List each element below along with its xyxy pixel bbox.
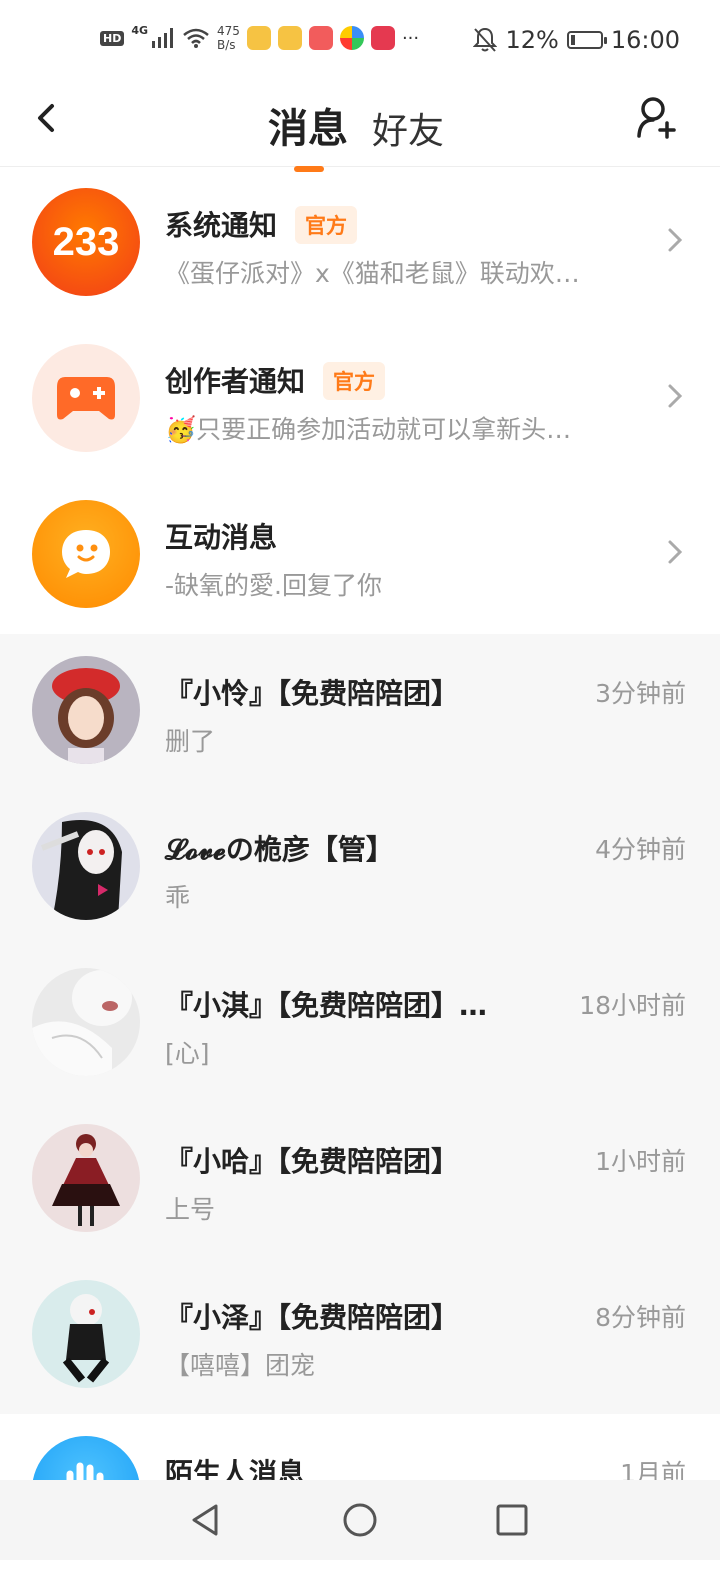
item-title: 创作者通知 官方	[165, 360, 386, 402]
back-arrow-icon[interactable]	[30, 98, 66, 138]
item-subtitle: 上号	[165, 1195, 216, 1224]
nav-recents-icon[interactable]	[492, 1500, 532, 1540]
item-title: 𝓛𝓸𝓿𝓮の桅彦【管】	[165, 833, 394, 866]
chevron-right-icon	[668, 384, 683, 408]
item-time: 18小时前	[579, 991, 686, 1020]
list-item-creator-notice[interactable]: 创作者通知 官方 🥳只要正确参加活动就可以拿新头…	[0, 322, 720, 478]
item-title: 『小淇』【免费陪陪团】…	[165, 989, 488, 1022]
avatar-figure	[52, 668, 120, 764]
party-emoji-icon: 🥳	[165, 415, 197, 444]
bell-off-icon	[473, 27, 498, 52]
interaction-avatar	[32, 500, 140, 608]
chevron-right-icon	[668, 540, 683, 564]
tab-friends[interactable]: 好友	[372, 102, 444, 154]
battery-percent: 12%	[505, 26, 559, 54]
tab-friends-label: 好友	[372, 111, 445, 152]
nav-home-icon[interactable]	[340, 1500, 380, 1540]
item-title: 『小哈』【免费陪陪团】	[165, 1145, 460, 1178]
appgallery-icon	[308, 26, 333, 50]
item-title: 系统通知 官方	[165, 204, 358, 246]
item-time: 3分钟前	[595, 679, 686, 708]
avatar-figure	[32, 970, 132, 1076]
avatar-figure	[62, 1294, 110, 1383]
item-time: 1小时前	[595, 1147, 686, 1176]
tab-messages[interactable]: 消息	[268, 96, 348, 172]
network-speed: 475 B/s	[217, 24, 240, 52]
speed-unit: B/s	[217, 38, 236, 52]
item-subtitle: [心]	[165, 1039, 210, 1068]
clock: 16:00	[610, 26, 680, 54]
more-notifications: ···	[401, 27, 420, 49]
item-subtitle-text: 只要正确参加活动就可以拿新头…	[196, 415, 572, 444]
chat-item[interactable]: 𝓛𝓸𝓿𝓮の桅彦【管】 乖 4分钟前	[0, 790, 720, 946]
list-item-interaction[interactable]: 互动消息 -缺氧的愛.回复了你	[0, 478, 720, 634]
item-time: 8分钟前	[595, 1303, 686, 1332]
item-title: 互动消息	[165, 521, 278, 554]
avatar	[32, 656, 140, 764]
weibo-icon	[277, 26, 302, 50]
avatar-233-label: 233	[52, 219, 120, 264]
tab-bar: 消息 好友	[268, 96, 444, 172]
system-notice-avatar: 233	[32, 188, 140, 296]
official-badge: 官方	[323, 362, 386, 400]
network-type: 4G	[131, 23, 149, 37]
cell-signal-icon	[152, 28, 174, 48]
reader-icon	[370, 26, 395, 50]
avatar	[32, 1280, 140, 1388]
avatar-figure	[52, 1134, 120, 1226]
item-title: 『小怜』【免费陪陪团】	[165, 677, 460, 710]
chat-item[interactable]: 『小怜』【免费陪陪团】 删了 3分钟前	[0, 634, 720, 790]
chevron-right-icon	[668, 228, 683, 252]
item-title: 『小泽』【免费陪陪团】	[165, 1301, 460, 1334]
status-left: HD 4G 475 B/s ···	[100, 24, 419, 52]
chat-item[interactable]: 『小淇』【免费陪陪团】… [心] 18小时前	[0, 946, 720, 1102]
system-nav-bar	[0, 1480, 720, 1560]
avatar	[32, 1124, 140, 1232]
top-header: 消息 好友	[0, 86, 720, 172]
tab-messages-label: 消息	[268, 106, 348, 152]
hd-indicator: HD	[100, 30, 125, 46]
item-subtitle: 删了	[165, 727, 216, 756]
item-subtitle: 《蛋仔派对》x《猫和老鼠》联动欢…	[165, 259, 580, 288]
status-right: 12% 16:00	[473, 26, 680, 54]
browser-icon	[339, 26, 364, 50]
speed-value: 475	[217, 24, 240, 38]
item-subtitle: -缺氧的愛.回复了你	[165, 571, 382, 600]
battery-icon	[566, 31, 607, 49]
list-item-system-notice[interactable]: 233 系统通知 官方 《蛋仔派对》x《猫和老鼠》联动欢…	[0, 166, 720, 322]
avatar	[32, 968, 140, 1076]
wifi-icon	[183, 28, 209, 48]
item-subtitle: 乖	[165, 883, 191, 912]
chat-item[interactable]: 『小泽』【免费陪陪团】 【嘻嘻】团宠 8分钟前	[0, 1258, 720, 1414]
status-bar: HD 4G 475 B/s ··· 12% 16:00	[0, 0, 720, 86]
item-time: 4分钟前	[595, 835, 686, 864]
chat-item[interactable]: 『小哈』【免费陪陪团】 上号 1小时前	[0, 1102, 720, 1258]
item-title-text: 创作者通知	[165, 365, 306, 398]
chat-bubble-icon	[62, 530, 110, 578]
weibo-icon	[246, 26, 271, 50]
avatar	[32, 812, 140, 920]
gamepad-icon	[57, 377, 115, 420]
add-friend-icon[interactable]	[636, 96, 676, 140]
item-subtitle: 【嘻嘻】团宠	[165, 1351, 316, 1380]
official-badge: 官方	[295, 206, 358, 244]
item-subtitle: 🥳只要正确参加活动就可以拿新头…	[165, 410, 571, 446]
nav-back-icon[interactable]	[186, 1500, 226, 1540]
item-title-text: 系统通知	[165, 209, 278, 242]
avatar-figure	[40, 820, 122, 920]
creator-notice-avatar	[32, 344, 140, 452]
